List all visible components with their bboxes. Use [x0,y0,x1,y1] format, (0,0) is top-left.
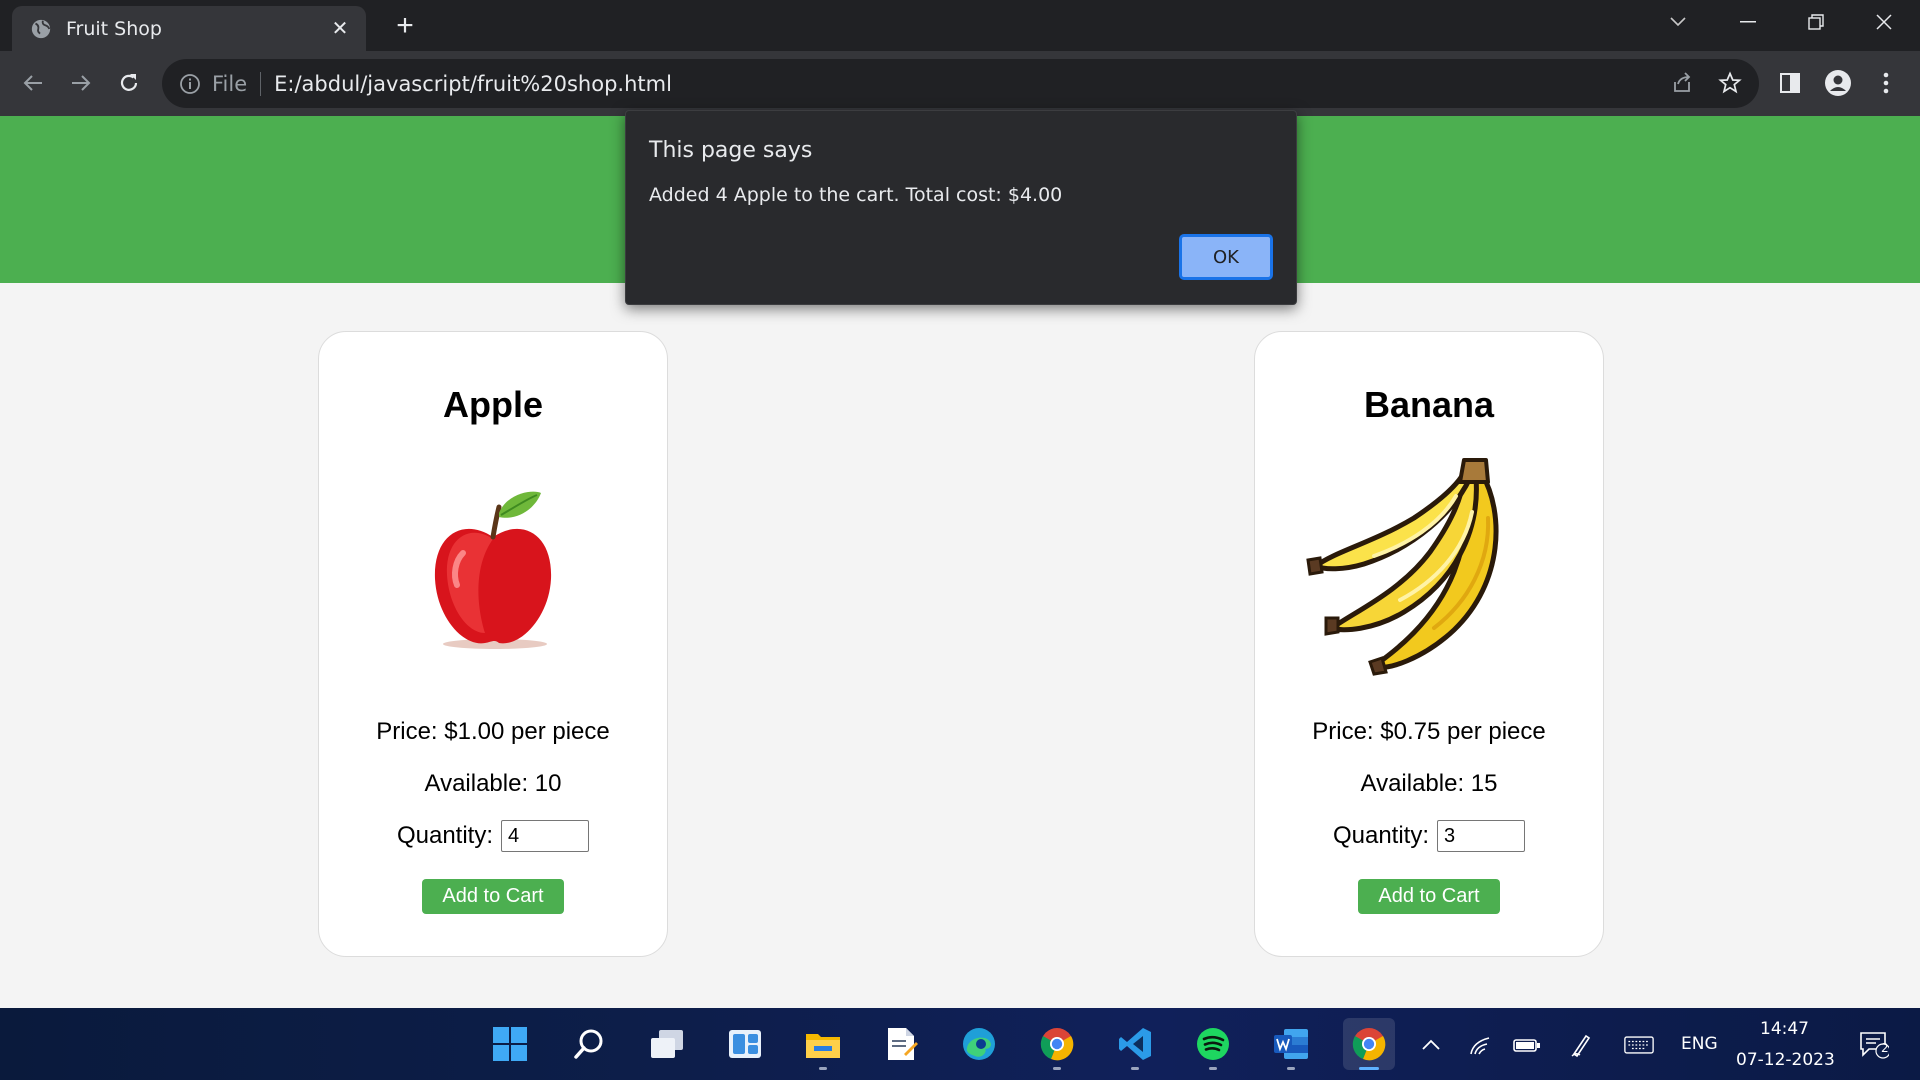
tab-search-icon[interactable] [1648,0,1708,44]
chrome-active-icon[interactable] [1343,1018,1395,1070]
vscode-icon[interactable] [1109,1018,1161,1070]
product-name: Apple [442,384,543,425]
ok-button[interactable]: OK [1179,234,1273,280]
running-indicator [1131,1067,1139,1070]
notepad-app-icon[interactable] [875,1018,927,1070]
widgets-icon[interactable] [719,1018,771,1070]
menu-kebab-icon[interactable] [1868,65,1904,101]
address-divider [260,71,262,96]
dialog-message: Added 4 Apple to the cart. Total cost: $… [649,184,1063,206]
battery-icon[interactable] [1512,1030,1542,1060]
product-availability: Available: 15 [1360,770,1498,797]
back-icon[interactable] [15,65,51,101]
new-tab-button[interactable]: + [388,10,422,44]
start-windows-icon[interactable] [484,1018,536,1070]
alert-dialog: This page says Added 4 Apple to the cart… [625,110,1297,305]
product-card-banana: Banana Price: $0.75 per piece Available:… [1254,331,1604,957]
running-indicator [1359,1067,1379,1070]
quantity-input[interactable] [1437,820,1526,852]
quantity-row: Quantity: [1255,820,1603,852]
product-name: Banana [1363,384,1495,425]
quantity-label: Quantity: [1332,822,1430,849]
forward-icon[interactable] [63,65,99,101]
reload-icon[interactable] [111,65,147,101]
notification-icon[interactable]: 2 [1854,1030,1894,1060]
pen-icon[interactable] [1566,1030,1596,1060]
product-availability: Available: 10 [424,770,562,797]
profile-icon[interactable] [1820,65,1856,101]
banana-image [1304,452,1554,692]
spotify-icon[interactable] [1187,1018,1239,1070]
running-indicator [1209,1067,1217,1070]
close-window-icon[interactable] [1854,0,1914,44]
chevron-up-icon[interactable] [1416,1030,1446,1060]
quantity-row: Quantity: [319,820,667,852]
apple-image [368,452,618,692]
keyboard-icon[interactable] [1624,1030,1654,1060]
quantity-label: Quantity: [396,822,494,849]
clock-time[interactable]: 14:47 [1760,1019,1809,1039]
browser-tab[interactable]: Fruit Shop ✕ [12,6,366,51]
browser-toolbar: File E:/abdul/javascript/fruit%20shop.ht… [0,51,1920,116]
windows-taskbar: ENG 14:47 07-12-2023 2 [0,1008,1920,1080]
info-icon[interactable] [178,72,202,96]
edge-browser-icon[interactable] [953,1018,1005,1070]
search-icon[interactable] [563,1018,615,1070]
dialog-title: This page says [649,138,813,163]
task-view-icon[interactable] [641,1018,693,1070]
share-icon[interactable] [1664,65,1700,101]
word-icon[interactable] [1265,1018,1317,1070]
close-tab-icon[interactable]: ✕ [328,16,352,41]
chrome-icon[interactable] [1031,1018,1083,1070]
product-price: Price: $0.75 per piece [1312,718,1546,745]
restore-icon[interactable] [1786,0,1846,44]
globe-icon [31,19,51,38]
running-indicator [1053,1067,1061,1070]
url-text[interactable]: E:/abdul/javascript/fruit%20shop.html [274,72,672,96]
minimize-icon[interactable] [1718,0,1778,44]
browser-tabstrip: Fruit Shop ✕ + [0,0,1920,51]
bookmark-star-icon[interactable] [1712,65,1748,101]
product-price: Price: $1.00 per piece [376,718,610,745]
running-indicator [1287,1067,1295,1070]
notification-count: 2 [1881,1041,1889,1055]
file-explorer-icon[interactable] [797,1018,849,1070]
scheme-label: File [212,71,248,96]
address-bar[interactable]: File E:/abdul/javascript/fruit%20shop.ht… [162,59,1759,108]
side-panel-icon[interactable] [1772,65,1808,101]
clock-date[interactable]: 07-12-2023 [1736,1050,1835,1070]
add-to-cart-button[interactable]: Add to Cart [1358,879,1500,914]
wifi-icon[interactable] [1466,1030,1496,1060]
quantity-input[interactable] [501,820,590,852]
running-indicator [819,1067,827,1070]
language-indicator[interactable]: ENG [1681,1034,1718,1054]
tab-title: Fruit Shop [66,17,162,40]
add-to-cart-button[interactable]: Add to Cart [422,879,564,914]
product-card-apple: Apple Price: $1.00 per piece Available: … [318,331,668,957]
